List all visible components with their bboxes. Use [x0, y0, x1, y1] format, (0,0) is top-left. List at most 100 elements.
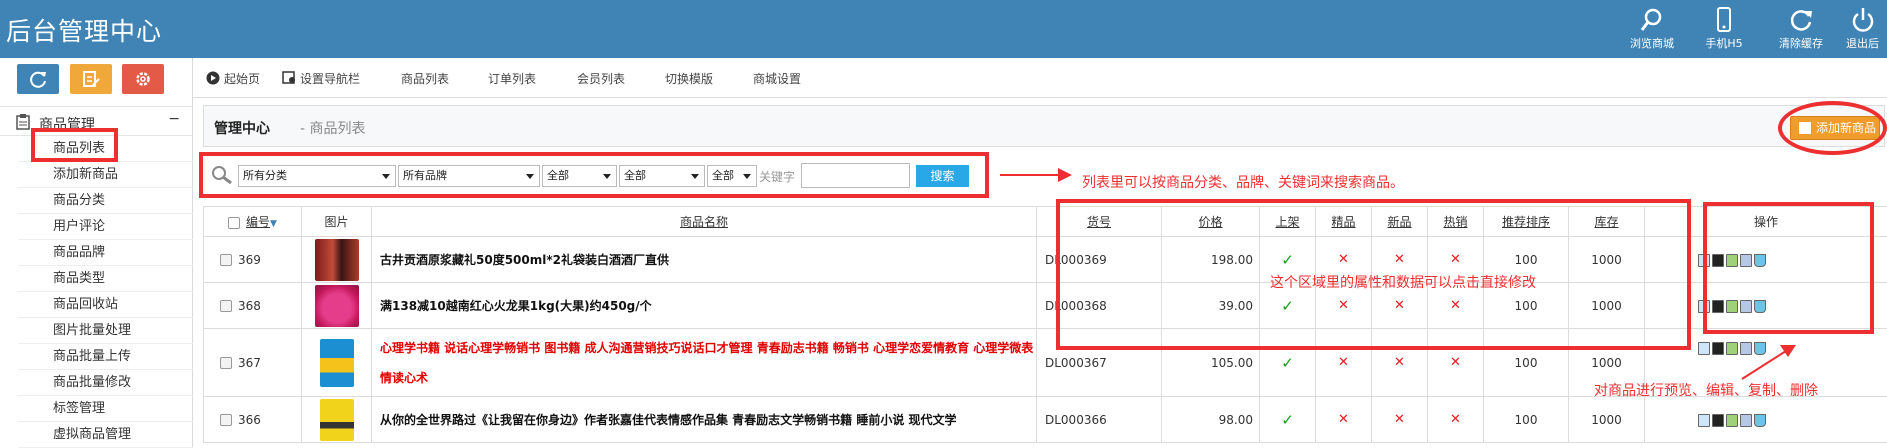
- edit-annotation: 这个区域里的属性和数据可以点击直接修改: [1270, 272, 1536, 292]
- clear-cache-label: 清除缓存: [1765, 35, 1837, 51]
- quick-settings-button[interactable]: [122, 64, 164, 94]
- nav-member-list[interactable]: 会员列表: [577, 70, 625, 87]
- clipboard-icon: [16, 114, 30, 130]
- breadcrumb: 管理中心 - 商品列表: [203, 105, 1885, 147]
- nav-mall-settings[interactable]: 商城设置: [753, 70, 801, 87]
- sidebar-item-add-goods[interactable]: 添加新商品: [18, 162, 193, 188]
- preview-icon[interactable]: [1698, 414, 1710, 427]
- edit-icon: [82, 70, 100, 88]
- row-checkbox[interactable]: [220, 357, 232, 369]
- browse-mall-label: 浏览商城: [1616, 35, 1688, 51]
- row-id-label: 366: [238, 413, 261, 427]
- search-annotation: 列表里可以按商品分类、品牌、关键词来搜索商品。: [1082, 172, 1404, 192]
- product-thumbnail[interactable]: [320, 339, 354, 387]
- product-price[interactable]: 98.00: [1162, 397, 1260, 443]
- copy-icon[interactable]: [1740, 414, 1752, 427]
- product-name[interactable]: 古井贡酒原浆藏礼50度500ml*2礼袋装白酒酒厂直供: [372, 237, 1037, 283]
- row-id: 367: [204, 329, 302, 397]
- row-image-cell: [302, 329, 372, 397]
- sort-order[interactable]: 100: [1484, 397, 1569, 443]
- new-toggle[interactable]: ✕: [1372, 397, 1428, 443]
- product-thumbnail[interactable]: [320, 399, 354, 441]
- quick-edit-button[interactable]: [70, 64, 112, 94]
- sidebar-list: 商品列表 添加新商品 商品分类 用户评论 商品品牌 商品类型 商品回收站 图片批…: [18, 136, 193, 448]
- mobile-h5-button[interactable]: 手机H5: [1688, 4, 1760, 56]
- row-checkbox[interactable]: [220, 414, 232, 426]
- delete-icon[interactable]: [1754, 414, 1766, 427]
- row-id: 369: [204, 237, 302, 283]
- on-sale-toggle[interactable]: ✓: [1260, 397, 1316, 443]
- sidebar-item-types[interactable]: 商品类型: [18, 266, 193, 292]
- col-header-id-label: 编号: [246, 215, 270, 229]
- col-header-name[interactable]: 商品名称: [372, 207, 1037, 237]
- sidebar-item-tags[interactable]: 标签管理: [18, 396, 193, 422]
- refresh-icon: [1788, 7, 1814, 33]
- highlight-search-bar: [199, 152, 989, 198]
- row-image-cell: [302, 397, 372, 443]
- stock-value[interactable]: 1000: [1569, 397, 1645, 443]
- search-icon: [1639, 7, 1665, 33]
- product-thumbnail[interactable]: [315, 285, 359, 327]
- quick-refresh-button[interactable]: [17, 64, 59, 94]
- table-row: 366 从你的全世界路过《让我留在你身边》作者张嘉佳代表情感作品集 青春励志文学…: [204, 397, 1887, 443]
- col-header-name-label: 商品名称: [680, 215, 728, 229]
- top-nav: 起始页 设置导航栏 商品列表 订单列表 会员列表 切换模版 商城设置: [193, 58, 1887, 98]
- product-name[interactable]: 满138减10越南红心火龙果1kg(大果)约450g/个: [372, 283, 1037, 329]
- mobile-preview-icon[interactable]: [1712, 414, 1724, 427]
- clear-cache-button[interactable]: 清除缓存: [1765, 4, 1837, 56]
- sidebar-item-brands[interactable]: 商品品牌: [18, 240, 193, 266]
- sidebar-item-batch-upload[interactable]: 商品批量上传: [18, 344, 193, 370]
- select-all-checkbox[interactable]: [228, 217, 240, 229]
- nav-home[interactable]: 起始页: [224, 70, 260, 87]
- play-icon: [206, 71, 220, 85]
- annotation-arrow: [1000, 164, 1072, 186]
- product-thumbnail[interactable]: [315, 239, 359, 281]
- sidebar-item-category[interactable]: 商品分类: [18, 188, 193, 214]
- app-title: 后台管理中心: [6, 12, 162, 48]
- row-id-label: 367: [238, 356, 261, 370]
- best-toggle[interactable]: ✕: [1316, 397, 1372, 443]
- product-name[interactable]: 心理学书籍 说话心理学畅销书 图书籍 成人沟通营销技巧说话口才管理 青春励志书籍…: [372, 329, 1037, 397]
- collapse-icon[interactable]: −: [168, 111, 180, 127]
- col-header-id[interactable]: 编号▼: [204, 207, 302, 237]
- nav-order-list[interactable]: 订单列表: [488, 70, 536, 87]
- highlight-goods-list: [31, 128, 118, 162]
- edit-icon[interactable]: [1726, 342, 1738, 355]
- top-header: 后台管理中心 浏览商城 手机H5 清除缓存 退出后: [0, 0, 1887, 58]
- breadcrumb-title: 管理中心: [214, 118, 270, 138]
- actions-annotation: 对商品进行预览、编辑、复制、删除: [1594, 380, 1818, 400]
- sidebar-item-recycle[interactable]: 商品回收站: [18, 292, 193, 318]
- gear-icon: [134, 70, 152, 88]
- product-sku[interactable]: DL000366: [1037, 397, 1162, 443]
- row-checkbox[interactable]: [220, 254, 232, 266]
- mobile-h5-label: 手机H5: [1688, 35, 1760, 51]
- sidebar-item-batch-edit[interactable]: 商品批量修改: [18, 370, 193, 396]
- product-name[interactable]: 从你的全世界路过《让我留在你身边》作者张嘉佳代表情感作品集 青春励志文学畅销书籍…: [372, 397, 1037, 443]
- mobile-preview-icon[interactable]: [1712, 342, 1724, 355]
- nav-goods-list[interactable]: 商品列表: [401, 70, 449, 87]
- power-icon: [1850, 7, 1876, 33]
- logout-button[interactable]: 退出后: [1838, 4, 1887, 56]
- logout-label: 退出后: [1838, 35, 1887, 51]
- row-id-label: 368: [238, 299, 261, 313]
- browse-mall-button[interactable]: 浏览商城: [1616, 4, 1688, 56]
- col-header-image: 图片: [302, 207, 372, 237]
- preview-icon[interactable]: [1698, 342, 1710, 355]
- row-checkbox[interactable]: [220, 300, 232, 312]
- edit-icon[interactable]: [1726, 414, 1738, 427]
- sort-desc-icon: ▼: [270, 219, 277, 229]
- highlight-actions: [1703, 202, 1874, 334]
- sidebar-item-virtual-goods[interactable]: 虚拟商品管理: [18, 422, 193, 448]
- settings-icon: [282, 70, 296, 84]
- nav-settings[interactable]: 设置导航栏: [300, 70, 360, 87]
- sidebar-item-image-batch[interactable]: 图片批量处理: [18, 318, 193, 344]
- highlight-add-button: [1778, 101, 1887, 155]
- refresh-icon: [29, 70, 47, 88]
- hot-toggle[interactable]: ✕: [1428, 397, 1484, 443]
- nav-switch-template[interactable]: 切换模版: [665, 70, 713, 87]
- row-image-cell: [302, 237, 372, 283]
- row-id: 366: [204, 397, 302, 443]
- annotation-arrow: [1738, 343, 1798, 383]
- sidebar-item-reviews[interactable]: 用户评论: [18, 214, 193, 240]
- row-id-label: 369: [238, 253, 261, 267]
